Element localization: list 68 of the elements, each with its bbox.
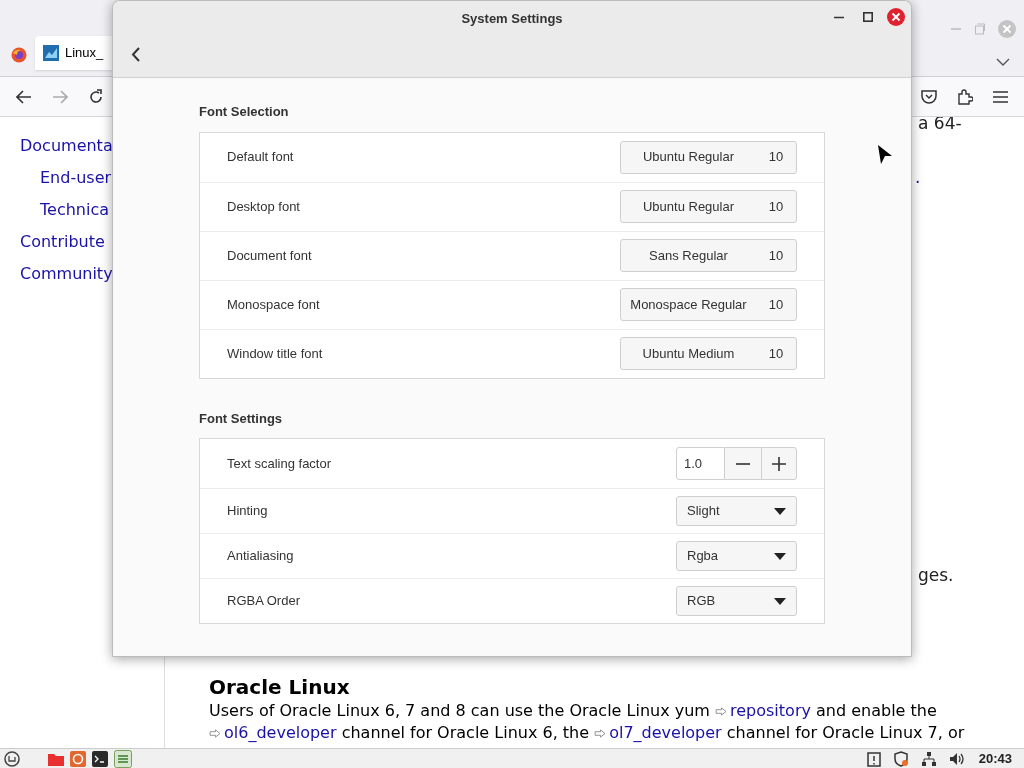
minimize-icon[interactable] [834, 16, 844, 19]
row-label: Default font [227, 148, 295, 167]
row-label: Window title font [227, 344, 324, 363]
dropdown[interactable]: RGB [676, 586, 797, 616]
terminal-icon[interactable] [92, 750, 108, 767]
pocket-icon[interactable] [921, 89, 937, 104]
section-heading: Font Settings [199, 409, 284, 428]
increase-button[interactable] [761, 447, 797, 480]
row-label: Document font [227, 246, 313, 265]
chevron-down-icon[interactable] [996, 58, 1010, 66]
font-picker-button[interactable]: Monospace Regular 10 [620, 288, 797, 321]
dropdown-arrow-icon [774, 507, 786, 515]
font-picker-button[interactable]: Ubuntu Regular 10 [620, 190, 797, 223]
network-icon[interactable] [920, 750, 937, 767]
mouse-pointer-icon [877, 144, 893, 165]
firefox-icon[interactable] [11, 47, 27, 63]
page-link[interactable]: . [915, 165, 921, 191]
font-picker-button[interactable]: Sans Regular 10 [620, 239, 797, 272]
browser-app-icon[interactable] [70, 750, 86, 767]
page-link[interactable]: repository [715, 701, 811, 720]
section-heading: Font Selection [199, 103, 290, 121]
menu-icon[interactable] [993, 90, 1008, 103]
dropdown-arrow-icon [774, 552, 786, 560]
sidebar-link[interactable]: End-user [40, 168, 112, 188]
clock[interactable]: 20:43 [978, 748, 1012, 768]
plus-icon [772, 456, 786, 471]
page-text: a 64- [918, 117, 962, 135]
number-field[interactable]: 1.0 [676, 447, 725, 480]
close-icon[interactable] [887, 8, 905, 26]
external-link-icon [594, 729, 608, 738]
font-picker-button[interactable]: Ubuntu Regular 10 [620, 140, 797, 174]
maximize-icon[interactable] [863, 12, 873, 22]
page-text: ges. [918, 564, 954, 587]
back-arrow-icon[interactable] [16, 89, 32, 104]
row-label: Hinting [227, 502, 269, 521]
page-link[interactable]: ol7_developer [594, 723, 722, 742]
folder-icon[interactable] [48, 751, 64, 766]
dropdown[interactable]: Rgba [676, 541, 797, 571]
sidebar-link[interactable]: Community [20, 264, 113, 284]
back-chevron-icon[interactable] [131, 47, 140, 62]
volume-icon[interactable] [948, 751, 965, 766]
dropdown[interactable]: Slight [676, 496, 797, 526]
page-link[interactable]: ol6_developer [209, 723, 337, 742]
row-label: RGBA Order [227, 592, 301, 611]
article-paragraph: Users of Oracle Linux 6, 7 and 8 can use the Oracle Linux yum repository and enable the ol6_developer channel for Oracle Linux 6, the ol7_developer channel for Oracle Linux 7, or [209, 700, 966, 744]
settings-app-icon[interactable] [114, 749, 132, 768]
row-label: Monospace font [227, 295, 321, 314]
window-title: System Settings [461, 10, 563, 28]
article-heading: Oracle Linux [209, 674, 351, 700]
start-menu-icon[interactable] [4, 750, 20, 767]
sidebar-link[interactable]: Contribute [20, 232, 105, 252]
row-label: Desktop font [227, 197, 301, 216]
row-label: Antialiasing [227, 547, 295, 566]
dropdown-arrow-icon [774, 597, 786, 605]
shield-icon[interactable] [892, 750, 909, 767]
external-link-icon [209, 729, 222, 738]
minus-icon [736, 462, 750, 465]
decrease-button[interactable] [725, 447, 761, 480]
browser-tab[interactable]: Linux_ [35, 36, 115, 70]
sidebar-link[interactable]: Documenta [20, 136, 113, 156]
puzzle-icon[interactable] [957, 88, 973, 105]
font-picker-button[interactable]: Ubuntu Medium 10 [620, 337, 797, 370]
clipboard-icon[interactable] [866, 750, 881, 767]
external-link-icon [715, 707, 728, 716]
site-icon [43, 45, 59, 61]
reload-icon[interactable] [88, 88, 104, 105]
sidebar-link[interactable]: Technica [40, 200, 110, 220]
row-label: Text scaling factor [227, 454, 333, 473]
